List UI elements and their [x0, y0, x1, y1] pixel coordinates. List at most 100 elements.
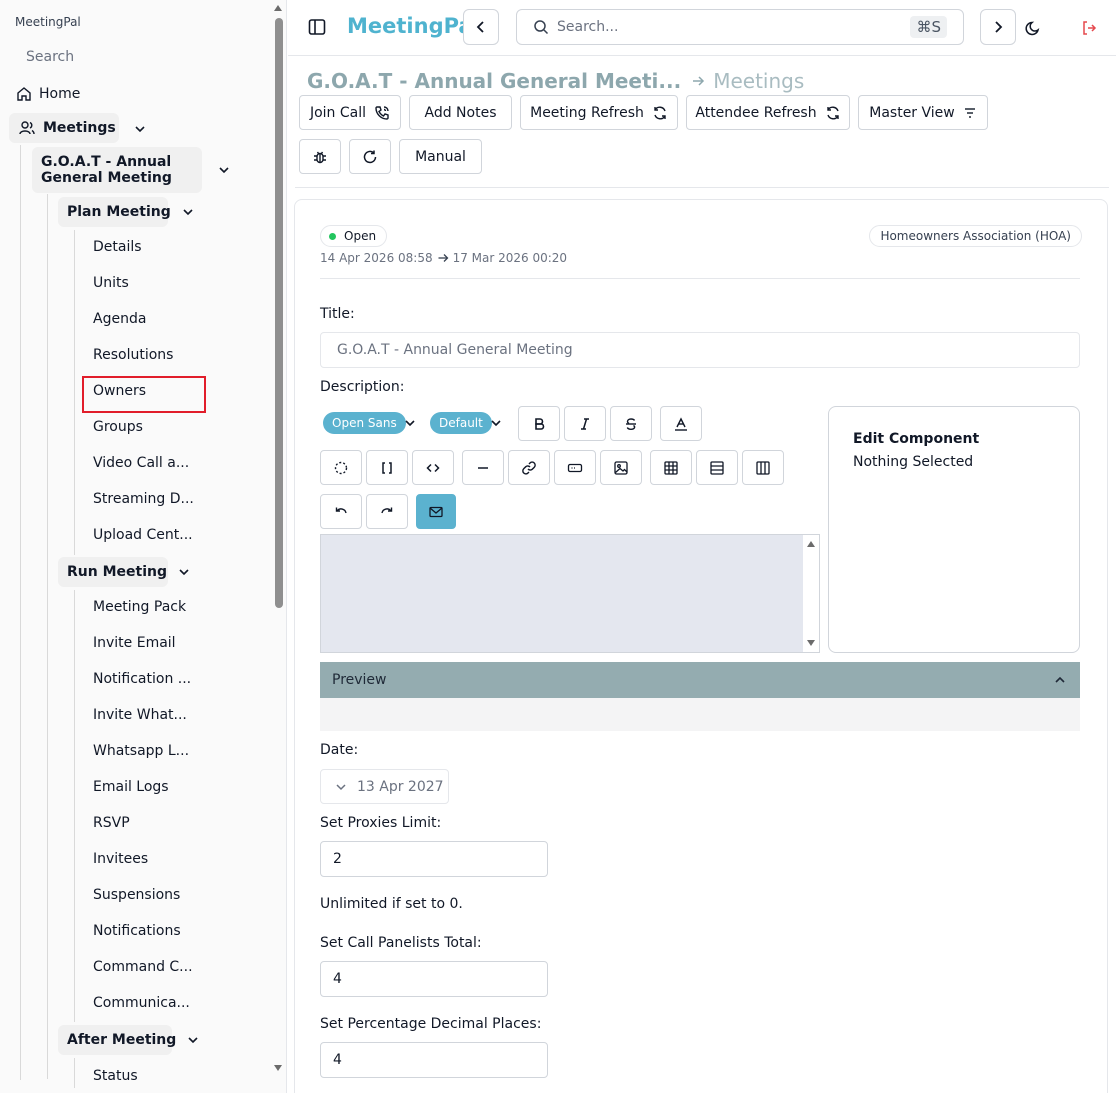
sidebar-item-label: Upload Cent...	[93, 527, 193, 543]
brackets-button[interactable]	[366, 450, 408, 485]
panelists-total-input[interactable]	[320, 961, 548, 997]
theme-toggle-button[interactable]	[1022, 17, 1044, 39]
sidebar: MeetingPal Home Meetings G.O.A.T - Annua…	[0, 0, 287, 1093]
sidebar-item-home[interactable]: Home	[16, 84, 80, 104]
proxies-limit-input[interactable]	[320, 841, 548, 877]
font-size-select[interactable]: Default	[426, 406, 509, 441]
sidebar-item-details[interactable]: Details	[93, 239, 142, 255]
sidebar-item-meetings[interactable]: Meetings	[9, 113, 119, 143]
sidebar-item-whatsapp-logs[interactable]: Whatsapp L...	[93, 743, 189, 759]
sidebar-item-communications[interactable]: Communica...	[93, 995, 190, 1011]
editor-scrollbar[interactable]	[803, 535, 819, 652]
meeting-refresh-button[interactable]: Meeting Refresh	[520, 95, 678, 130]
join-call-button[interactable]: Join Call	[299, 95, 401, 130]
breadcrumb-current: G.O.A.T - Annual General Meeti...	[307, 69, 682, 93]
image-button[interactable]	[600, 450, 642, 485]
sidebar-item-status[interactable]: Status	[93, 1068, 138, 1084]
email-preview-button[interactable]	[416, 494, 456, 529]
add-notes-button[interactable]: Add Notes	[409, 95, 512, 130]
sidebar-item-command-center[interactable]: Command C...	[93, 959, 193, 975]
sidebar-item-meeting[interactable]: G.O.A.T - Annual General Meeting	[32, 147, 202, 193]
undo-button[interactable]	[320, 494, 362, 529]
preview-accordion-header[interactable]: Preview	[320, 662, 1080, 698]
chevron-down-icon[interactable]	[181, 205, 195, 219]
sidebar-item-video-call[interactable]: Video Call a...	[93, 455, 189, 471]
lasso-icon	[334, 461, 348, 474]
brackets-icon	[382, 461, 392, 474]
date-picker[interactable]: 13 Apr 2027	[320, 769, 449, 804]
edit-component-title: Edit Component	[853, 431, 980, 447]
rows-button[interactable]	[696, 450, 738, 485]
sidebar-item-invite-email[interactable]: Invite Email	[93, 635, 176, 651]
scroll-down-arrow[interactable]	[274, 1065, 282, 1071]
manual-button[interactable]: Manual	[399, 139, 482, 174]
sidebar-item-label: Invite Email	[93, 635, 176, 651]
description-editor[interactable]	[320, 534, 820, 653]
forward-button[interactable]	[980, 9, 1016, 45]
sidebar-item-agenda[interactable]: Agenda	[93, 311, 146, 327]
section-divider	[295, 187, 1109, 188]
scroll-up-arrow[interactable]	[807, 541, 815, 547]
sidebar-group-run-meeting[interactable]: Run Meeting	[58, 557, 168, 587]
back-button[interactable]	[463, 9, 499, 45]
logout-button[interactable]	[1078, 17, 1100, 39]
chevron-down-icon[interactable]	[133, 122, 147, 136]
sidebar-group-plan-meeting[interactable]: Plan Meeting	[58, 197, 171, 227]
sidebar-item-units[interactable]: Units	[93, 275, 129, 291]
debug-button[interactable]	[299, 139, 341, 174]
tree-guide-line	[20, 145, 21, 1080]
image-icon	[614, 460, 628, 475]
sidebar-item-meeting-pack[interactable]: Meeting Pack	[93, 599, 186, 615]
global-search[interactable]: ⌘S	[516, 9, 964, 45]
sidebar-item-upload-center[interactable]: Upload Cent...	[93, 527, 193, 543]
moon-icon	[1025, 21, 1040, 36]
select-button[interactable]	[320, 450, 362, 485]
sidebar-item-notification[interactable]: Notification ...	[93, 671, 191, 687]
minus-icon	[478, 466, 488, 469]
master-view-button[interactable]: Master View	[858, 95, 988, 130]
breadcrumb-parent[interactable]: Meetings	[713, 69, 804, 93]
sidebar-item-streaming[interactable]: Streaming D...	[93, 491, 194, 507]
attendee-refresh-button[interactable]: Attendee Refresh	[686, 95, 850, 130]
bold-button[interactable]	[518, 406, 560, 441]
title-input[interactable]	[320, 332, 1080, 368]
card-divider	[320, 278, 1080, 279]
sidebar-group-after-meeting[interactable]: After Meeting	[58, 1025, 176, 1055]
sidebar-item-resolutions[interactable]: Resolutions	[93, 347, 173, 363]
meeting-start: 14 Apr 2026 08:58	[320, 251, 433, 265]
chevron-down-icon[interactable]	[186, 1033, 200, 1047]
sidebar-item-groups[interactable]: Groups	[93, 419, 143, 435]
table-button[interactable]	[650, 450, 692, 485]
sidebar-item-rsvp[interactable]: RSVP	[93, 815, 130, 831]
strikethrough-button[interactable]	[610, 406, 652, 441]
scroll-down-arrow[interactable]	[807, 640, 815, 646]
sidebar-item-label: Command C...	[93, 959, 193, 975]
sidebar-item-invitees[interactable]: Invitees	[93, 851, 148, 867]
code-button[interactable]	[412, 450, 454, 485]
font-family-select[interactable]: Open Sans	[320, 406, 422, 441]
refresh-icon	[654, 106, 666, 119]
chevron-down-icon[interactable]	[177, 565, 191, 579]
text-color-button[interactable]	[660, 406, 702, 441]
decimal-places-input[interactable]	[320, 1042, 548, 1078]
sidebar-toggle-button[interactable]	[306, 16, 328, 38]
sidebar-scrollbar-thumb[interactable]	[275, 18, 283, 608]
sidebar-item-email-logs[interactable]: Email Logs	[93, 779, 169, 795]
description-label: Description:	[320, 379, 405, 395]
sidebar-item-invite-whatsapp[interactable]: Invite What...	[93, 707, 187, 723]
reload-button[interactable]	[349, 139, 391, 174]
sidebar-item-suspensions[interactable]: Suspensions	[93, 887, 180, 903]
redo-button[interactable]	[366, 494, 408, 529]
italic-button[interactable]	[564, 406, 606, 441]
sidebar-search-input[interactable]	[14, 42, 256, 72]
title-label: Title:	[320, 306, 355, 322]
chevron-down-icon[interactable]	[217, 163, 231, 177]
search-input[interactable]	[557, 19, 897, 35]
users-icon	[19, 121, 35, 135]
link-button[interactable]	[508, 450, 550, 485]
sidebar-item-notifications[interactable]: Notifications	[93, 923, 181, 939]
scroll-up-arrow[interactable]	[274, 5, 282, 11]
button-insert-button[interactable]	[554, 450, 596, 485]
horizontal-rule-button[interactable]	[462, 450, 504, 485]
columns-button[interactable]	[742, 450, 784, 485]
